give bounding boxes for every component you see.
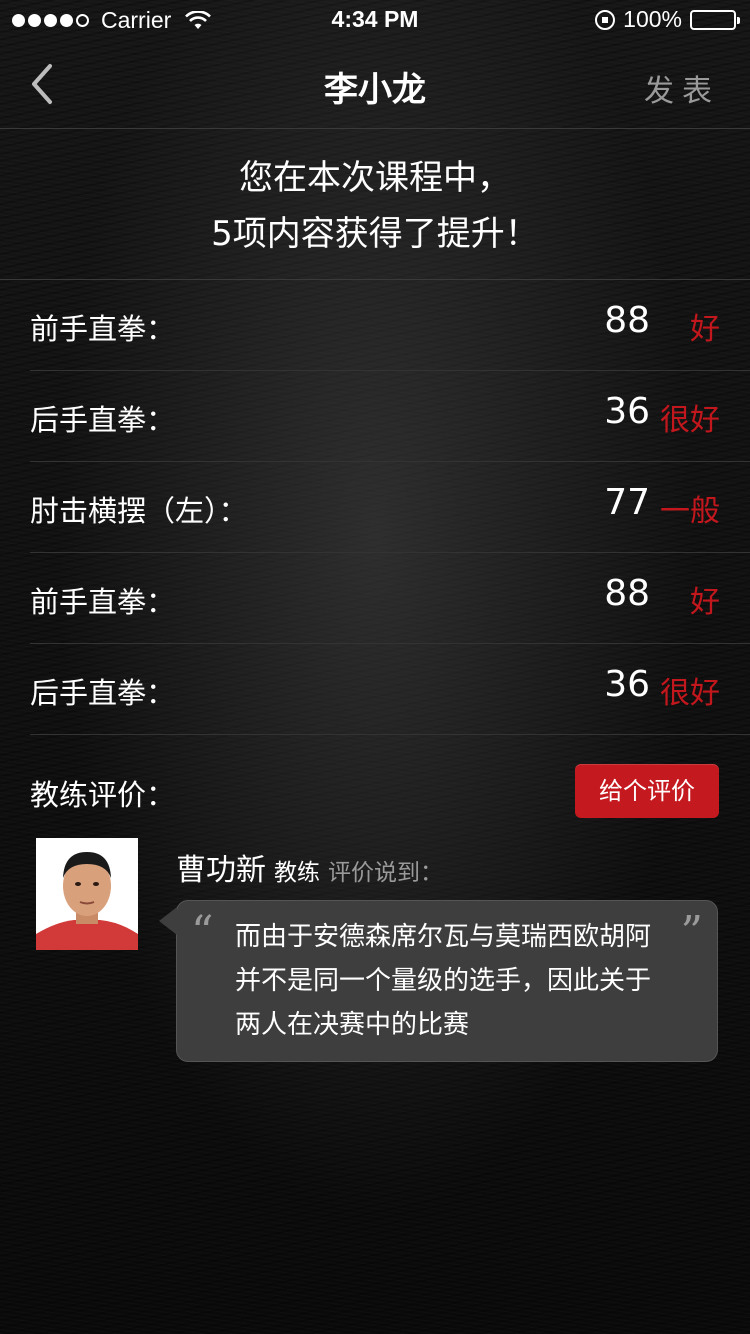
score-value: 88 [604,300,650,341]
score-grade: 很好 [660,676,720,711]
status-right: 100% [595,6,740,33]
coach-comment-bubble: “ 而由于安德森席尔瓦与莫瑞西欧胡阿并不是同一个量级的选手，因此关于两人在决赛中… [159,900,718,1062]
avatar[interactable] [36,838,138,950]
coach-avatar-icon [36,838,138,950]
score-label: 后手直拳： [30,676,176,710]
score-row: 前手直拳： 88 好 [30,553,750,644]
score-grade: 好 [690,312,720,347]
open-quote-icon: “ [191,907,214,958]
score-label: 前手直拳： [30,312,176,346]
score-row: 后手直拳： 36 很好 [30,371,750,462]
battery-percent: 100% [623,6,682,32]
score-value: 88 [604,573,650,614]
score-value: 36 [604,664,650,705]
close-quote-icon: ” [680,907,704,958]
score-value: 36 [604,391,650,432]
coach-comment-text: 而由于安德森席尔瓦与莫瑞西欧胡阿并不是同一个量级的选手，因此关于两人在决赛中的比… [235,922,652,1040]
score-row: 肘击横摆（左）： 77 一般 [30,462,750,553]
coach-header: 曹功新 教练 评价说到： [176,845,443,889]
review-said-label: 评价说到： [328,860,443,886]
coach-role: 教练 [274,860,320,886]
rotation-lock-icon [595,9,616,30]
score-grade: 一般 [660,494,720,529]
page-title: 李小龙 [324,70,426,110]
score-grade: 很好 [660,403,720,438]
give-rating-button[interactable]: 给个评价 [575,764,719,818]
score-label: 前手直拳： [30,585,176,619]
navigation-bar: 李小龙 发表 [0,40,750,129]
coach-review-label: 教练评价： [30,778,176,812]
publish-button[interactable]: 发表 [644,66,720,110]
score-label: 后手直拳： [30,403,176,437]
summary-line-1: 您在本次课程中， [239,158,511,198]
score-row: 后手直拳： 36 很好 [30,644,750,735]
score-row: 前手直拳： 88 好 [30,280,750,371]
summary-line-2: 5项内容获得了提升！ [211,214,539,254]
score-label: 肘击横摆（左）： [30,494,248,528]
status-bar: Carrier 4:34 PM 100% [0,0,750,40]
course-summary: 您在本次课程中， 5项内容获得了提升！ [0,150,750,262]
coach-name: 曹功新 [176,853,266,888]
score-value: 77 [604,482,650,523]
score-list: 前手直拳： 88 好 后手直拳： 36 很好 肘击横摆（左）： 77 一般 前手… [0,280,750,735]
score-grade: 好 [690,585,720,620]
battery-icon [690,9,740,30]
